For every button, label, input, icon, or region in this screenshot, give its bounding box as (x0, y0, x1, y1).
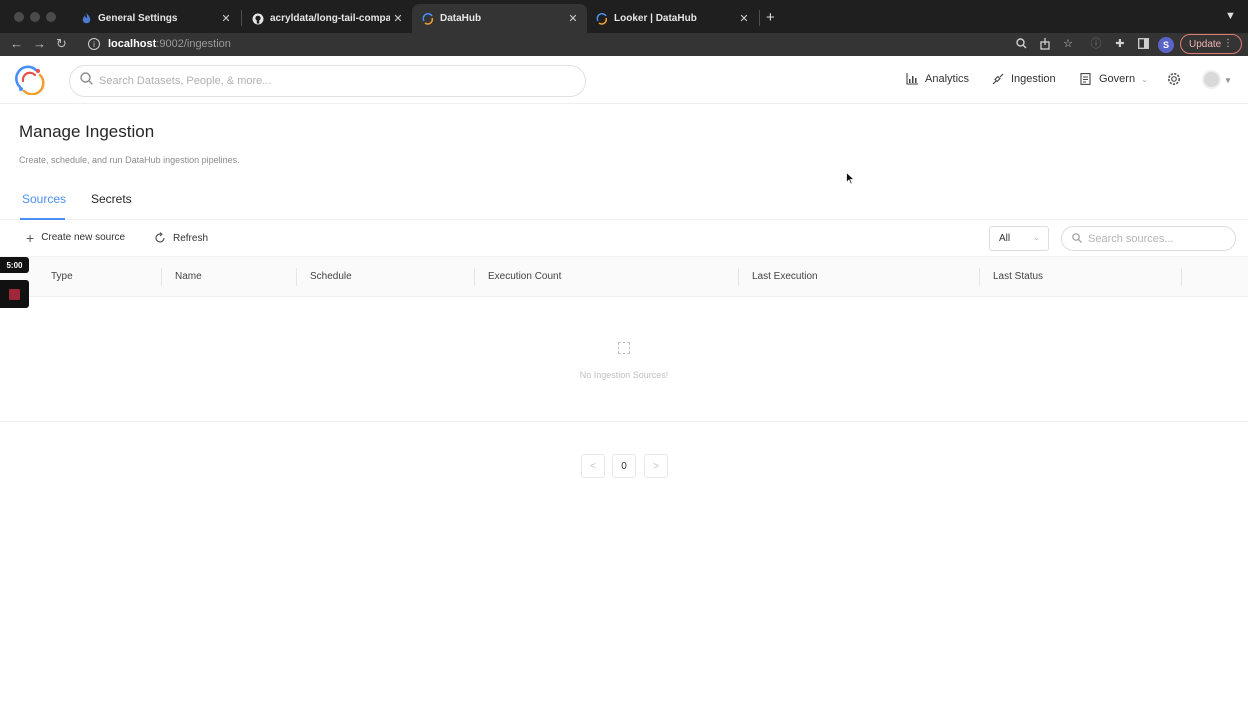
reload-icon[interactable]: ↻ (56, 36, 67, 52)
close-tab-icon[interactable]: ✕ (565, 12, 581, 25)
tab-search-chevron-icon[interactable]: ▼ (1225, 10, 1236, 22)
nav-govern-dropdown[interactable]: Govern ⌄ (1080, 73, 1148, 85)
window-close-button[interactable] (14, 12, 24, 22)
column-header-name[interactable]: Name (175, 271, 202, 282)
redo-icon (154, 232, 166, 244)
chevron-down-icon: ⌄ (1141, 74, 1148, 84)
column-header-last-execution[interactable]: Last Execution (752, 271, 818, 282)
recording-timer: 5:00 (0, 257, 29, 273)
browser-tab-looker[interactable]: Looker | DataHub ✕ (586, 4, 758, 33)
avatar-caret-icon[interactable]: ▼ (1224, 76, 1232, 85)
page-title: Manage Ingestion (19, 122, 155, 141)
stop-icon (9, 289, 20, 300)
forward-arrow-icon[interactable]: → (33, 36, 46, 51)
ingestion-tabs: Sources Secrets (0, 184, 1248, 220)
column-header-last-status[interactable]: Last Status (993, 271, 1043, 282)
pagination-prev-button[interactable]: < (581, 454, 605, 478)
browser-tab-datahub-active[interactable]: DataHub ✕ (412, 4, 587, 33)
page-description: Create, schedule, and run DataHub ingest… (19, 155, 240, 165)
datahub-icon (596, 12, 608, 25)
datahub-icon (422, 12, 434, 25)
back-arrow-icon[interactable]: ← (10, 36, 23, 51)
sources-action-bar: + Create new source Refresh All ⌄ Search… (0, 220, 1248, 257)
address-bar[interactable]: i localhost :9002/ingestion (80, 34, 1000, 54)
sources-table-body: No Ingestion Sources! (0, 297, 1248, 422)
bar-chart-icon (906, 73, 918, 85)
empty-state-icon (618, 342, 630, 354)
plus-icon: + (26, 229, 35, 246)
chevron-down-icon: ⌄ (1033, 233, 1040, 242)
window-zoom-button[interactable] (46, 12, 56, 22)
github-icon (252, 13, 264, 25)
close-tab-icon[interactable]: ✕ (218, 12, 234, 25)
datahub-flame-icon (80, 12, 92, 25)
search-icon (1072, 230, 1082, 248)
refresh-button[interactable]: Refresh (154, 232, 208, 244)
sources-table-header: Type Name Schedule Execution Count Last … (0, 257, 1248, 297)
search-sources-input[interactable]: Search sources... (1061, 226, 1236, 251)
tab-secrets[interactable]: Secrets (91, 192, 132, 206)
mouse-cursor-icon (846, 171, 856, 190)
extensions-puzzle-icon[interactable]: ✚ (1114, 38, 1126, 50)
site-info-icon[interactable]: i (88, 38, 100, 50)
search-icon (80, 72, 93, 90)
new-tab-button[interactable]: + (766, 9, 775, 26)
document-icon (1080, 73, 1092, 85)
browser-tab-bar: General Settings ✕ acryldata/long-tail-c… (0, 0, 1248, 33)
side-panel-icon[interactable] (1137, 38, 1149, 50)
settings-gear-icon[interactable] (1167, 72, 1181, 86)
close-tab-icon[interactable]: ✕ (736, 12, 752, 25)
global-search-input[interactable]: Search Datasets, People, & more... (69, 65, 586, 97)
column-header-execution-count[interactable]: Execution Count (488, 271, 561, 282)
close-tab-icon[interactable]: ✕ (390, 12, 406, 25)
browser-toolbar: ← → ↻ i localhost :9002/ingestion ☆ ⓘ ✚ … (0, 33, 1248, 56)
nav-ingestion[interactable]: Ingestion (992, 73, 1056, 85)
source-filter-select[interactable]: All ⌄ (989, 226, 1049, 251)
app-header: Search Datasets, People, & more... Analy… (0, 56, 1248, 104)
tab-sources[interactable]: Sources (22, 192, 66, 206)
stop-recording-button[interactable] (0, 280, 29, 308)
column-header-schedule[interactable]: Schedule (310, 271, 352, 282)
api-link-icon (992, 73, 1004, 85)
profile-avatar[interactable]: S (1158, 37, 1174, 53)
zoom-icon[interactable] (1015, 38, 1027, 50)
column-header-type[interactable]: Type (51, 271, 73, 282)
share-icon[interactable] (1039, 38, 1051, 50)
update-button[interactable]: Update ⋮ (1180, 34, 1242, 54)
nav-analytics[interactable]: Analytics (906, 73, 969, 85)
pagination-page-0[interactable]: 0 (612, 454, 636, 478)
create-new-source-button[interactable]: + Create new source (26, 229, 125, 246)
pagination-next-button[interactable]: > (644, 454, 668, 478)
url-host: localhost (108, 38, 157, 50)
datahub-logo[interactable] (14, 65, 46, 96)
empty-state-text: No Ingestion Sources! (579, 370, 669, 380)
url-path: :9002/ingestion (156, 38, 231, 50)
more-vertical-icon: ⋮ (1223, 38, 1233, 49)
bookmark-star-icon[interactable]: ☆ (1062, 38, 1074, 50)
user-avatar[interactable] (1202, 70, 1221, 89)
browser-tab-general-settings[interactable]: General Settings ✕ (70, 4, 240, 33)
extension-info-icon[interactable]: ⓘ (1090, 38, 1102, 50)
browser-tab-github[interactable]: acryldata/long-tail-companion ✕ (242, 4, 412, 33)
window-minimize-button[interactable] (30, 12, 40, 22)
